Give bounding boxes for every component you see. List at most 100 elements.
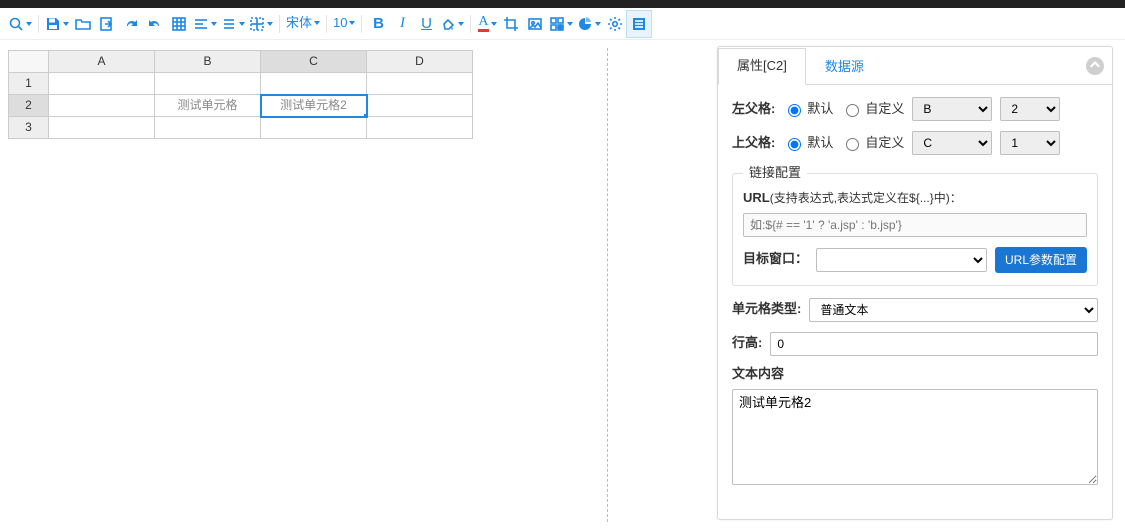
main-toolbar: 宋体 10 B I U A [0, 8, 1125, 40]
settings-icon[interactable] [603, 11, 627, 37]
cell-type-row: 单元格类型: 普通文本 [732, 298, 1098, 322]
vertical-splitter[interactable] [607, 48, 608, 522]
left-parent-custom-radio[interactable]: 自定义 [841, 101, 904, 118]
url-label-row: URL(支持表达式,表达式定义在${...}中)： [743, 190, 1087, 207]
italic-button[interactable]: I [390, 11, 414, 37]
text-content-textarea[interactable] [732, 389, 1098, 485]
fill-color-icon[interactable] [438, 11, 466, 37]
chevron-down-icon [267, 22, 273, 26]
cell[interactable] [155, 73, 261, 95]
separator [361, 15, 362, 33]
chevron-down-icon [239, 22, 245, 26]
text-content-label: 文本内容 [732, 366, 1098, 383]
chevron-down-icon [491, 22, 497, 26]
target-window-row: 目标窗口： URL参数配置 [743, 247, 1087, 273]
workspace: A B C D 1 2 测试单元格 测试单元格2 3 [0, 40, 1125, 528]
corner-cell[interactable] [9, 51, 49, 73]
separator [326, 15, 327, 33]
properties-panel-toggle-icon[interactable] [627, 11, 651, 37]
tab-properties[interactable]: 属性[C2] [718, 48, 806, 85]
chevron-down-icon [595, 22, 601, 26]
redo-icon[interactable] [119, 11, 143, 37]
save-icon[interactable] [43, 11, 71, 37]
top-parent-col-select[interactable]: C [912, 131, 992, 155]
chevron-down-icon [26, 22, 32, 26]
top-parent-label: 上父格: [732, 135, 775, 152]
open-icon[interactable] [71, 11, 95, 37]
font-size-selector[interactable]: 10 [331, 15, 357, 32]
top-parent-default-radio[interactable]: 默认 [783, 135, 833, 152]
left-parent-row: 左父格: 默认 自定义 B 2 [732, 97, 1098, 121]
tab-datasource[interactable]: 数据源 [806, 48, 883, 85]
list-icon[interactable] [219, 11, 247, 37]
column-header[interactable]: C [261, 51, 367, 73]
border-icon[interactable] [247, 11, 275, 37]
target-window-label: 目标窗口： [743, 251, 808, 268]
cell[interactable]: 测试单元格 [155, 95, 261, 117]
bold-button[interactable]: B [366, 11, 390, 37]
link-config-fieldset: 链接配置 URL(支持表达式,表达式定义在${...}中)： 目标窗口： URL… [732, 165, 1098, 286]
qrcode-icon[interactable] [547, 11, 575, 37]
table-icon[interactable] [167, 11, 191, 37]
spreadsheet-area: A B C D 1 2 测试单元格 测试单元格2 3 [0, 40, 610, 528]
cell[interactable] [367, 73, 473, 95]
panel-body: 左父格: 默认 自定义 B 2 上父格: 默认 自定义 C 1 链接配置 URL… [718, 85, 1112, 519]
chevron-down-icon [211, 22, 217, 26]
column-header[interactable]: D [367, 51, 473, 73]
pie-chart-icon[interactable] [575, 11, 603, 37]
search-icon[interactable] [6, 11, 34, 37]
separator [279, 15, 280, 33]
chevron-down-icon [458, 22, 464, 26]
spreadsheet[interactable]: A B C D 1 2 测试单元格 测试单元格2 3 [8, 50, 473, 139]
chevron-down-icon [567, 22, 573, 26]
target-window-select[interactable] [816, 248, 987, 272]
align-icon[interactable] [191, 11, 219, 37]
text-color-button[interactable]: A [475, 11, 499, 37]
left-parent-default-radio[interactable]: 默认 [783, 101, 833, 118]
link-config-legend: 链接配置 [743, 165, 807, 182]
cell-selected[interactable]: 测试单元格2 [261, 95, 367, 117]
row-height-input[interactable] [770, 332, 1098, 356]
row-header[interactable]: 2 [9, 95, 49, 117]
column-header[interactable]: B [155, 51, 261, 73]
cell[interactable] [261, 117, 367, 139]
cell[interactable] [261, 73, 367, 95]
chevron-down-icon [349, 21, 355, 25]
cell[interactable] [49, 95, 155, 117]
row-header[interactable]: 1 [9, 73, 49, 95]
font-family-label: 宋体 [286, 15, 312, 32]
font-size-label: 10 [333, 15, 347, 32]
top-parent-row: 上父格: 默认 自定义 C 1 [732, 131, 1098, 155]
cell[interactable] [367, 95, 473, 117]
collapse-panel-icon[interactable] [1086, 57, 1104, 75]
font-family-selector[interactable]: 宋体 [284, 15, 322, 32]
column-header[interactable]: A [49, 51, 155, 73]
cell[interactable] [155, 117, 261, 139]
separator [38, 15, 39, 33]
top-parent-custom-radio[interactable]: 自定义 [841, 135, 904, 152]
url-input[interactable] [743, 213, 1087, 237]
url-label-sub: (支持表达式,表达式定义在${...}中)： [770, 191, 962, 205]
left-parent-row-select[interactable]: 2 [1000, 97, 1060, 121]
window-top-strip [0, 0, 1125, 8]
top-parent-row-select[interactable]: 1 [1000, 131, 1060, 155]
undo-icon[interactable] [143, 11, 167, 37]
image-icon[interactable] [523, 11, 547, 37]
cell-type-select[interactable]: 普通文本 [809, 298, 1098, 322]
chevron-down-icon [63, 22, 69, 26]
chevron-down-icon [314, 21, 320, 25]
url-params-button[interactable]: URL参数配置 [995, 247, 1087, 273]
cell[interactable] [367, 117, 473, 139]
import-icon[interactable] [95, 11, 119, 37]
underline-button[interactable]: U [414, 11, 438, 37]
row-height-row: 行高: [732, 332, 1098, 356]
cell[interactable] [49, 73, 155, 95]
crop-icon[interactable] [499, 11, 523, 37]
left-parent-col-select[interactable]: B [912, 97, 992, 121]
cell-type-label: 单元格类型: [732, 301, 801, 318]
panel-tabs: 属性[C2] 数据源 [718, 47, 1112, 85]
text-color-letter: A [478, 16, 488, 32]
row-header[interactable]: 3 [9, 117, 49, 139]
left-parent-label: 左父格: [732, 101, 775, 118]
cell[interactable] [49, 117, 155, 139]
